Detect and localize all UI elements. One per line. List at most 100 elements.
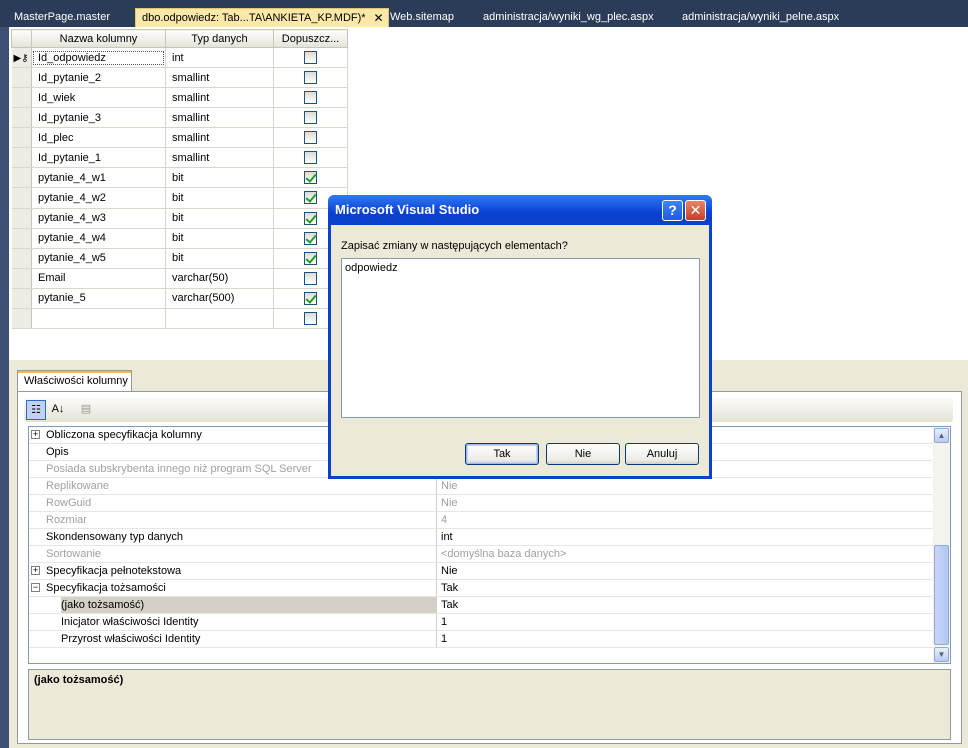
tab-column-properties[interactable]: Właściwości kolumny xyxy=(17,370,132,392)
property-row[interactable]: Sortowanie <domyślna baza danych> xyxy=(29,546,935,563)
column-name-cell[interactable]: pytanie_4_w1 xyxy=(31,167,166,189)
data-type-cell[interactable]: smallint xyxy=(165,107,274,129)
table-row[interactable]: pytanie_4_w3 bit xyxy=(11,208,348,229)
property-value[interactable]: Nie xyxy=(436,563,935,579)
data-type-cell[interactable]: varchar(500) xyxy=(165,288,274,309)
column-name-cell[interactable]: Id_pytanie_1 xyxy=(31,147,166,169)
row-selector[interactable]: ▶⚷ xyxy=(11,47,32,69)
column-header-name[interactable]: Nazwa kolumny xyxy=(31,29,166,48)
column-name-cell[interactable]: Id_wiek xyxy=(31,87,166,109)
allow-nulls-checkbox[interactable] xyxy=(304,51,317,65)
row-selector[interactable] xyxy=(11,308,32,330)
changed-items-list[interactable]: odpowiedz xyxy=(341,258,700,418)
property-value[interactable]: Nie xyxy=(436,495,935,511)
data-type-cell[interactable]: bit xyxy=(165,187,274,209)
data-type-cell[interactable]: int xyxy=(165,47,274,69)
row-selector[interactable] xyxy=(11,87,32,109)
column-name-cell[interactable]: Email xyxy=(31,268,166,289)
column-header-type[interactable]: Typ danych xyxy=(165,29,274,48)
list-item[interactable]: odpowiedz xyxy=(345,262,696,274)
column-name-cell[interactable] xyxy=(31,308,166,330)
allow-nulls-checkbox[interactable] xyxy=(304,311,317,325)
property-value[interactable]: <domyślna baza danych> xyxy=(436,546,935,562)
allow-nulls-checkbox[interactable] xyxy=(304,291,317,305)
property-row[interactable]: Inicjator właściwości Identity 1 xyxy=(29,614,935,631)
close-tab-icon[interactable]: ✕ xyxy=(374,9,384,28)
data-type-cell[interactable]: smallint xyxy=(165,127,274,149)
table-row[interactable]: pytanie_4_w5 bit xyxy=(11,248,348,269)
property-row[interactable]: Przyrost właściwości Identity 1 xyxy=(29,631,935,648)
table-row[interactable]: Id_plec smallint xyxy=(11,127,348,149)
row-selector[interactable] xyxy=(11,208,32,229)
table-row[interactable] xyxy=(11,308,348,330)
property-value[interactable]: Tak xyxy=(436,580,935,596)
property-value[interactable]: Nie xyxy=(436,478,935,494)
table-row[interactable]: Id_pytanie_2 smallint xyxy=(11,67,348,89)
property-pages-icon[interactable]: ▤ xyxy=(76,400,96,420)
table-row[interactable]: Email varchar(50) xyxy=(11,268,348,289)
row-selector[interactable] xyxy=(11,248,32,269)
table-row[interactable]: pytanie_4_w2 bit xyxy=(11,187,348,209)
row-selector[interactable] xyxy=(11,268,32,289)
data-type-cell[interactable]: bit xyxy=(165,228,274,249)
row-selector[interactable] xyxy=(11,67,32,89)
column-name-cell[interactable]: pytanie_4_w4 xyxy=(31,228,166,249)
property-value[interactable]: 1 xyxy=(436,631,935,647)
property-row[interactable]: (jako tożsamość) Tak xyxy=(29,597,935,614)
allow-nulls-checkbox[interactable] xyxy=(304,231,317,245)
column-name-cell[interactable]: Id_pytanie_2 xyxy=(31,67,166,89)
tab-masterpage[interactable]: MasterPage.master xyxy=(8,8,116,27)
no-button[interactable]: Nie xyxy=(546,443,620,465)
table-row[interactable]: Id_pytanie_1 smallint xyxy=(11,147,348,169)
allow-nulls-checkbox[interactable] xyxy=(304,251,317,265)
categorized-icon[interactable]: ☷ xyxy=(26,400,46,420)
table-row[interactable]: Id_pytanie_3 smallint xyxy=(11,107,348,129)
allow-nulls-checkbox[interactable] xyxy=(304,151,317,165)
yes-button[interactable]: Tak xyxy=(465,443,539,465)
column-name-cell[interactable]: pytanie_4_w5 xyxy=(31,248,166,269)
tab-wyniki-pelne[interactable]: administracja/wyniki_pelne.aspx xyxy=(676,8,845,27)
data-type-cell[interactable]: varchar(50) xyxy=(165,268,274,289)
table-row[interactable]: pytanie_4_w1 bit xyxy=(11,167,348,189)
allow-nulls-checkbox[interactable] xyxy=(304,171,317,185)
column-name-cell[interactable]: Id_odpowiedz xyxy=(31,47,166,69)
expand-icon[interactable]: + xyxy=(31,566,40,575)
column-name-cell[interactable]: Id_plec xyxy=(31,127,166,149)
row-selector[interactable] xyxy=(11,107,32,129)
column-name-cell[interactable]: pytanie_4_w2 xyxy=(31,187,166,209)
vertical-scrollbar[interactable]: ▲ ▼ xyxy=(933,427,950,663)
tab-wyniki-wg-plec[interactable]: administracja/wyniki_wg_plec.aspx xyxy=(477,8,660,27)
row-selector[interactable] xyxy=(11,228,32,249)
scroll-up-icon[interactable]: ▲ xyxy=(934,428,949,443)
property-row[interactable]: Replikowane Nie xyxy=(29,478,935,495)
cancel-button[interactable]: Anuluj xyxy=(625,443,699,465)
column-name-cell[interactable]: pytanie_4_w3 xyxy=(31,208,166,229)
tab-odpowiedz-table[interactable]: dbo.odpowiedz: Tab...TA\ANKIETA_KP.MDF)*… xyxy=(135,8,389,27)
row-selector[interactable] xyxy=(11,187,32,209)
property-row[interactable]: − Specyfikacja tożsamości Tak xyxy=(29,580,935,597)
scroll-thumb[interactable] xyxy=(934,545,949,645)
allow-nulls-checkbox[interactable] xyxy=(304,91,317,105)
table-row[interactable]: Id_wiek smallint xyxy=(11,87,348,109)
tab-web-sitemap[interactable]: Web.sitemap xyxy=(384,8,460,27)
property-row[interactable]: + Specyfikacja pełnotekstowa Nie xyxy=(29,563,935,580)
help-icon[interactable]: ? xyxy=(662,200,683,221)
allow-nulls-checkbox[interactable] xyxy=(304,191,317,205)
row-selector[interactable] xyxy=(11,127,32,149)
allow-nulls-checkbox[interactable] xyxy=(304,131,317,145)
data-type-cell[interactable]: bit xyxy=(165,248,274,269)
close-icon[interactable]: ✕ xyxy=(685,200,706,221)
property-row[interactable]: Skondensowany typ danych int xyxy=(29,529,935,546)
data-type-cell[interactable]: bit xyxy=(165,167,274,189)
data-type-cell[interactable]: bit xyxy=(165,208,274,229)
property-row[interactable]: Rozmiar 4 xyxy=(29,512,935,529)
collapse-icon[interactable]: − xyxy=(31,583,40,592)
data-type-cell[interactable] xyxy=(165,308,274,330)
column-name-cell[interactable]: Id_pytanie_3 xyxy=(31,107,166,129)
column-header-nullable[interactable]: Dopuszcz... xyxy=(273,29,348,48)
allow-nulls-checkbox[interactable] xyxy=(304,271,317,285)
property-value[interactable]: 4 xyxy=(436,512,935,528)
row-selector[interactable] xyxy=(11,147,32,169)
alphabetical-icon[interactable]: A↓ xyxy=(48,400,68,420)
row-selector[interactable] xyxy=(11,167,32,189)
